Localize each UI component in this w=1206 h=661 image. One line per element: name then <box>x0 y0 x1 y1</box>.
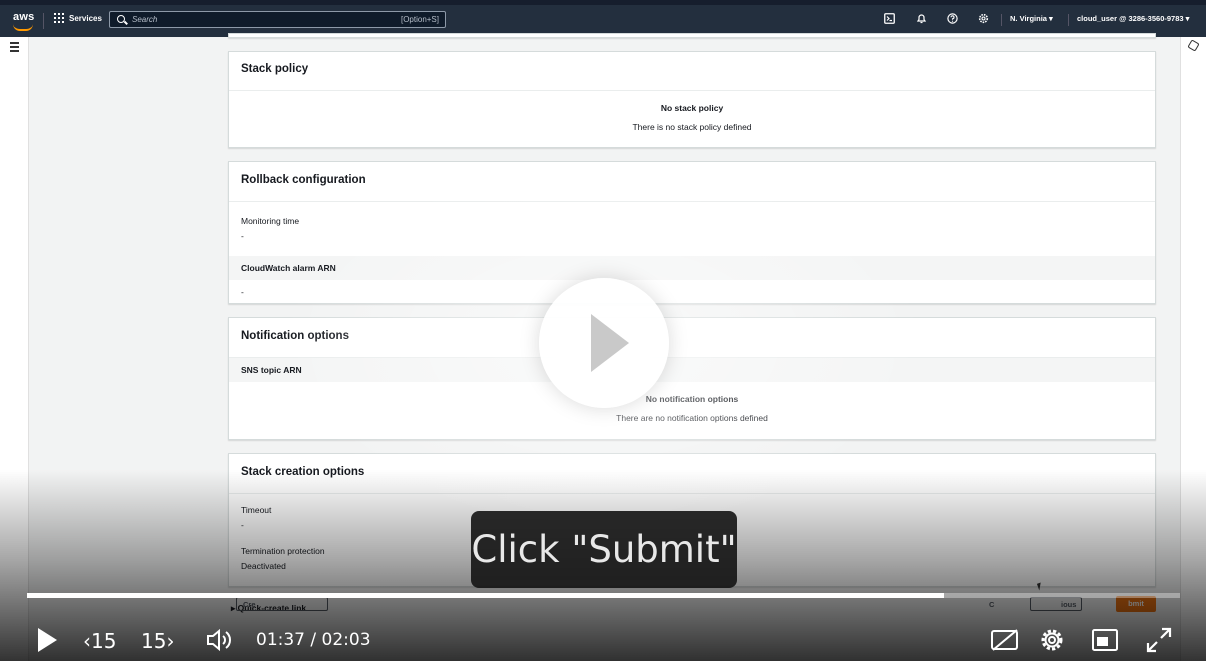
timeout-label: Timeout <box>241 505 272 515</box>
volume-icon[interactable] <box>206 628 236 657</box>
play-icon <box>591 314 629 372</box>
cancel-label: C <box>989 600 995 609</box>
bell-icon[interactable] <box>916 13 927 24</box>
stack-creation-options-title: Stack creation options <box>241 466 365 478</box>
video-controls-bar: ‹15 15› 01:37 / 02:03 <box>0 620 1206 660</box>
search-icon <box>117 15 125 23</box>
side-navigation-rail <box>0 37 29 661</box>
panel-divider <box>229 90 1155 91</box>
skip-back-button[interactable]: ‹15 <box>83 629 116 653</box>
tools-rail <box>1180 37 1206 661</box>
submit-label: bmit <box>1128 599 1144 608</box>
big-play-button[interactable] <box>539 278 669 408</box>
video-progress-bar[interactable] <box>27 593 1180 598</box>
grid-icon <box>54 13 64 23</box>
settings-gear-icon[interactable] <box>978 13 989 24</box>
aws-top-navigation: aws Services Search [Option+S] N. Virgin… <box>0 0 1206 37</box>
nav-divider <box>1068 14 1069 26</box>
nav-divider <box>43 13 44 29</box>
video-progress-fill <box>27 593 944 598</box>
stack-policy-title: Stack policy <box>241 63 309 75</box>
monitoring-time-label: Monitoring time <box>241 216 300 226</box>
table-header-row <box>229 358 1155 382</box>
previous-panel-edge <box>228 33 1156 38</box>
cloudwatch-alarm-arn-header: CloudWatch alarm ARN <box>241 263 336 273</box>
aws-logo[interactable]: aws <box>13 11 34 23</box>
skip-forward-button[interactable]: 15› <box>141 629 174 653</box>
notification-options-panel: Notification options SNS topic ARN No no… <box>228 317 1156 440</box>
aws-logo-smile <box>13 24 33 31</box>
sns-topic-arn-header: SNS topic ARN <box>241 365 302 375</box>
create-change-set-button[interactable]: Cre <box>236 597 328 611</box>
region-selector[interactable]: N. Virginia ▾ <box>1010 14 1053 23</box>
rollback-configuration-title: Rollback configuration <box>241 174 366 186</box>
help-icon[interactable] <box>947 13 958 24</box>
table-header-row <box>229 256 1155 280</box>
no-notification-options-title: No notification options <box>645 394 739 404</box>
video-caption: Click "Submit" <box>471 511 737 588</box>
termination-protection-label: Termination protection <box>241 546 325 556</box>
previous-label: ious <box>1061 600 1077 609</box>
rollback-configuration-panel: Rollback configuration Monitoring time -… <box>228 161 1156 304</box>
video-time-display: 01:37 / 02:03 <box>256 630 371 650</box>
services-menu-button[interactable]: Services <box>54 13 102 23</box>
settings-icon[interactable] <box>1038 626 1066 659</box>
captions-off-icon[interactable] <box>990 628 1020 657</box>
cloudshell-icon[interactable] <box>884 13 895 24</box>
submit-button[interactable]: bmit <box>1116 596 1156 612</box>
no-stack-policy-description: There is no stack policy defined <box>632 122 752 132</box>
account-menu[interactable]: cloud_user @ 3286-3560-9783 ▾ <box>1077 14 1189 23</box>
nav-divider <box>1001 14 1002 26</box>
panel-divider <box>229 493 1155 494</box>
timeout-value: - <box>241 520 244 530</box>
info-panel-icon[interactable] <box>1187 39 1200 52</box>
search-input[interactable]: Search [Option+S] <box>109 11 446 28</box>
notification-options-title: Notification options <box>241 330 349 342</box>
menu-icon[interactable] <box>10 42 19 54</box>
stack-policy-panel: Stack policy No stack policy There is no… <box>228 51 1156 148</box>
no-notification-options-description: There are no notification options define… <box>616 413 768 423</box>
no-stack-policy-title: No stack policy <box>660 103 724 113</box>
previous-button[interactable]: ious <box>1030 597 1082 611</box>
search-placeholder: Search <box>132 15 158 24</box>
fullscreen-icon[interactable] <box>1145 626 1173 659</box>
cloudwatch-alarm-arn-value: - <box>241 287 244 297</box>
cancel-button[interactable]: C <box>982 597 1022 611</box>
monitoring-time-value: - <box>241 231 244 241</box>
play-pause-button[interactable] <box>38 628 57 652</box>
services-label: Services <box>69 13 102 23</box>
create-change-set-label: Cre <box>243 600 256 609</box>
search-shortcut: [Option+S] <box>400 15 439 24</box>
picture-in-picture-icon[interactable] <box>1091 628 1119 657</box>
panel-divider <box>229 201 1155 202</box>
termination-protection-value: Deactivated <box>241 561 286 571</box>
